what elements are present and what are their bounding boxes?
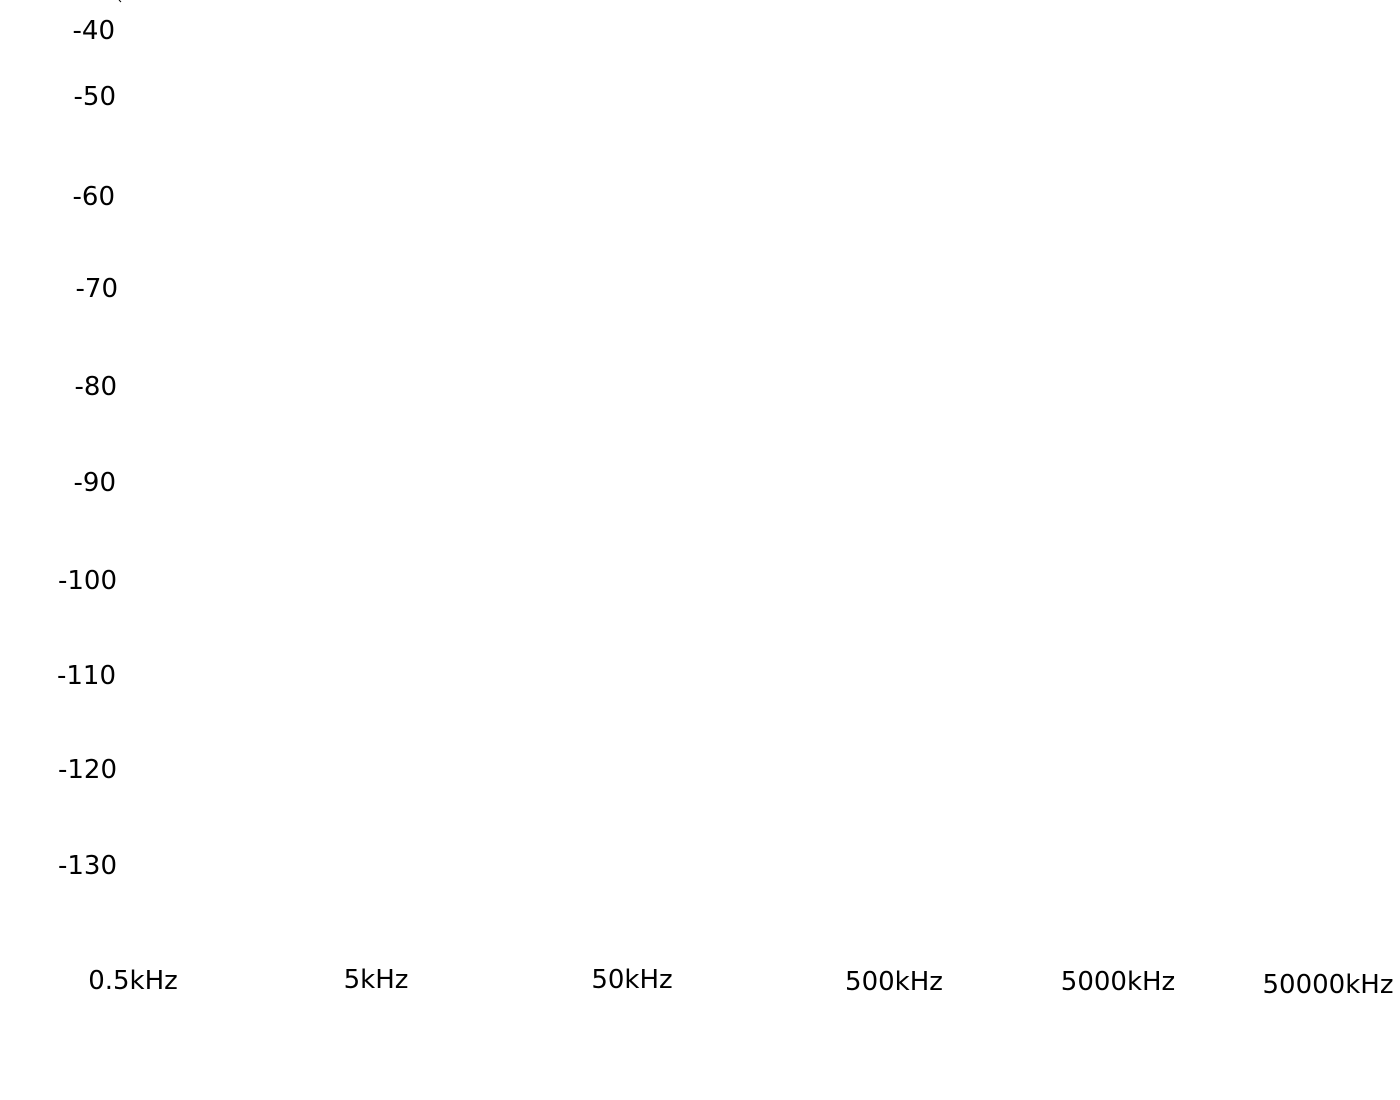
y-tick-label: -60 [73,182,115,212]
x-tick-label: 50000kHz [1263,970,1394,1000]
y-axis-tick-labels: -40 -50 -60 -70 -80 -90 -100 -110 -120 -130 [57,16,118,881]
y-tick-label: -80 [75,372,117,402]
axis-corner-mark [118,0,122,3]
y-tick-label: -40 [73,16,115,46]
y-tick-label: -130 [58,851,117,881]
y-tick-label: -120 [58,755,117,785]
x-axis-tick-labels: 0.5kHz 5kHz 50kHz 500kHz 5000kHz 50000kHz [88,965,1393,1000]
y-tick-label: -50 [74,82,116,112]
x-tick-label: 500kHz [845,967,943,997]
x-tick-label: 0.5kHz [88,966,178,996]
spectrum-chart: -40 -50 -60 -70 -80 -90 -100 -110 -120 -130 0.5kH… [57,0,1393,1000]
y-tick-label: -70 [76,274,118,304]
x-tick-label: 50kHz [591,965,672,995]
x-tick-label: 5000kHz [1061,967,1175,997]
y-tick-label: -100 [58,566,117,596]
y-tick-label: -110 [57,661,116,691]
y-tick-label: -90 [74,468,116,498]
x-tick-label: 5kHz [344,965,409,995]
